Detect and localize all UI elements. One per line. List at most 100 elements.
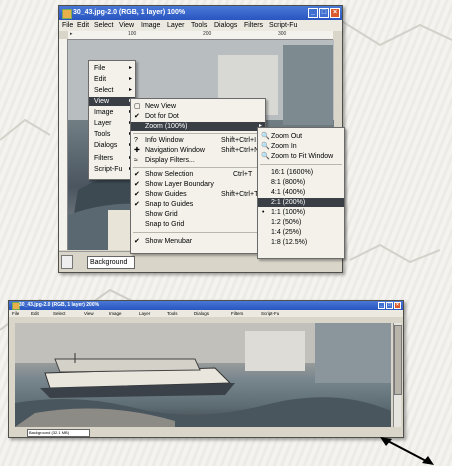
check-icon: ✔: [134, 113, 140, 120]
menu-edit[interactable]: Edit: [77, 22, 89, 29]
menu-separator: [133, 167, 263, 168]
vertical-scrollbar[interactable]: [393, 323, 402, 427]
radio-dot-icon: •: [262, 209, 265, 216]
menu-file[interactable]: File: [62, 22, 73, 29]
display-filters-icon: ≈: [134, 157, 138, 164]
view-item-snap-to-grid[interactable]: Snap to Grid: [131, 220, 265, 229]
menu-image[interactable]: Image: [141, 22, 160, 29]
menu-layer[interactable]: Layer: [139, 311, 150, 316]
context-item-dialogs[interactable]: Dialogs▸: [89, 141, 135, 150]
zoom-level-1600[interactable]: 16:1 (1600%): [258, 168, 344, 177]
zoom-level-25[interactable]: 1:4 (25%): [258, 228, 344, 237]
view-item-display-filters[interactable]: ≈ Display Filters...: [131, 156, 265, 165]
zoom-in-item[interactable]: 🔍 Zoom In: [258, 142, 344, 151]
zoom-out-item[interactable]: 🔍 Zoom Out: [258, 132, 344, 141]
view-item-show-menubar[interactable]: ✔ Show Menubar: [131, 237, 265, 246]
zoom-level-200[interactable]: 2:1 (200%): [258, 198, 344, 207]
view-item-info-window[interactable]: ? Info Window Shift+Ctrl+I: [131, 136, 265, 145]
navigation-icon: ✚: [134, 147, 140, 154]
zoom-level-50[interactable]: 1:2 (50%): [258, 218, 344, 227]
menu-tools[interactable]: Tools: [167, 311, 178, 316]
zoom-fit-icon: 🔍: [261, 153, 270, 160]
zoom-fit-item[interactable]: 🔍 Zoom to Fit Window: [258, 152, 344, 161]
menu-image[interactable]: Image: [109, 311, 122, 316]
view-item-zoom[interactable]: Zoom (100%) ▸: [131, 122, 265, 131]
check-icon: ✔: [134, 181, 140, 188]
menu-script-fu[interactable]: Script-Fu: [269, 22, 297, 29]
zoom-level-100[interactable]: • 1:1 (100%): [258, 208, 344, 217]
context-item-view[interactable]: View▸: [89, 97, 135, 106]
menu-filters[interactable]: Filters: [231, 311, 243, 316]
info-icon: ?: [134, 137, 138, 144]
menu-separator: [133, 232, 263, 233]
menu-edit[interactable]: Edit: [31, 311, 39, 316]
close-icon[interactable]: ×: [330, 8, 340, 18]
check-icon: ✔: [134, 238, 140, 245]
menu-layer[interactable]: Layer: [167, 22, 185, 29]
ruler-mark: 300: [278, 31, 287, 37]
view-item-show-layer-boundary[interactable]: ✔ Show Layer Boundary: [131, 180, 265, 189]
zoom-in-icon: 🔍: [261, 143, 270, 150]
menu-dialogs[interactable]: Dialogs: [194, 311, 209, 316]
view-item-new-view[interactable]: ▢ New View: [131, 102, 265, 111]
view-menu[interactable]: ▢ New View ✔ Dot for Dot Zoom (100%) ▸ ? Inf…: [130, 98, 266, 254]
ruler-mark: 200: [203, 31, 212, 37]
menu-separator: [133, 133, 263, 134]
context-item-filters[interactable]: Filters▸: [89, 154, 135, 163]
minimize-icon[interactable]: _: [308, 8, 318, 18]
view-item-snap-to-guides[interactable]: ✔ Snap to Guides: [131, 200, 265, 209]
menu-filters[interactable]: Filters: [244, 22, 263, 29]
window2-statusbar: Background (32.1 MB): [9, 428, 403, 437]
zoom-level-400[interactable]: 4:1 (400%): [258, 188, 344, 197]
window2-menubar: File Edit Select View Image Layer Tools …: [9, 310, 403, 317]
maximize-icon[interactable]: □: [386, 302, 393, 309]
menu-script-fu[interactable]: Script-Fu: [261, 311, 279, 316]
menu-tools[interactable]: Tools: [191, 22, 207, 29]
check-icon: ✔: [134, 171, 140, 178]
horizontal-ruler[interactable]: ▸ 100 200 300: [68, 31, 333, 40]
vertical-ruler[interactable]: [59, 39, 68, 250]
minimize-icon[interactable]: _: [378, 302, 385, 309]
close-icon[interactable]: ×: [394, 302, 401, 309]
check-icon: ✔: [134, 191, 140, 198]
zoom-level-12-5[interactable]: 1:8 (12.5%): [258, 238, 344, 247]
zoom-out-icon: 🔍: [261, 133, 270, 140]
menu-dialogs[interactable]: Dialogs: [214, 22, 237, 29]
context-item-edit[interactable]: Edit ▸: [89, 75, 135, 84]
context-item-layer[interactable]: Layer▸: [89, 119, 135, 128]
image-context-menu[interactable]: File▸ Edit▸ Select▸ View▸ Image▸ Layer▸ …: [88, 60, 136, 180]
menu-view[interactable]: View: [84, 311, 94, 316]
view-item-dot-for-dot[interactable]: ✔ Dot for Dot: [131, 112, 265, 121]
layer-field[interactable]: Background (32.1 MB): [27, 429, 90, 437]
menu-select[interactable]: Select: [94, 22, 113, 29]
context-item-file[interactable]: File ▸: [89, 64, 135, 73]
window2-title: 30_43.jpg-2.0 (RGB, 1 layer) 200%: [19, 302, 100, 308]
context-item-tools[interactable]: Tools▸: [89, 130, 135, 139]
scrollbar-thumb[interactable]: [394, 325, 402, 395]
resize-arrow-icon: [380, 437, 434, 465]
view-item-show-guides[interactable]: ✔ Show Guides Shift+Ctrl+T: [131, 190, 265, 199]
image-window-200[interactable]: 30_43.jpg-2.0 (RGB, 1 layer) 200% _ □ × …: [8, 300, 404, 438]
window1-titlebar[interactable]: 30_43.jpg-2.0 (RGB, 1 layer) 100% _ □ ×: [59, 6, 342, 20]
zoom-level-800[interactable]: 8:1 (800%): [258, 178, 344, 187]
menu-file[interactable]: File: [12, 311, 19, 316]
check-icon: ✔: [134, 201, 140, 208]
image-canvas-zoomed[interactable]: [15, 323, 391, 427]
menu-separator: [260, 164, 342, 165]
view-item-navigation-window[interactable]: ✚ Navigation Window Shift+Ctrl+N: [131, 146, 265, 155]
view-item-show-selection[interactable]: ✔ Show Selection Ctrl+T: [131, 170, 265, 179]
context-item-select[interactable]: Select ▸: [89, 86, 135, 95]
zoom-menu[interactable]: 🔍 Zoom Out 🔍 Zoom In 🔍 Zoom to Fit Window 1…: [257, 127, 345, 259]
menu-view[interactable]: View: [119, 22, 134, 29]
maximize-icon[interactable]: □: [319, 8, 329, 18]
ruler-arrow-icon[interactable]: ▸: [70, 31, 73, 37]
window2-titlebar[interactable]: 30_43.jpg-2.0 (RGB, 1 layer) 200% _ □ ×: [9, 301, 403, 310]
navigate-icon[interactable]: [61, 255, 73, 269]
window1-menubar: File Edit Select View Image Layer Tools …: [59, 20, 342, 31]
menu-select[interactable]: Select: [53, 311, 66, 316]
view-item-show-grid[interactable]: Show Grid: [131, 210, 265, 219]
layer-field[interactable]: Background: [87, 256, 135, 269]
context-item-script-fu[interactable]: Script-Fu▸: [89, 165, 135, 174]
context-item-image[interactable]: Image▸: [89, 108, 135, 117]
app-icon: [62, 9, 72, 19]
